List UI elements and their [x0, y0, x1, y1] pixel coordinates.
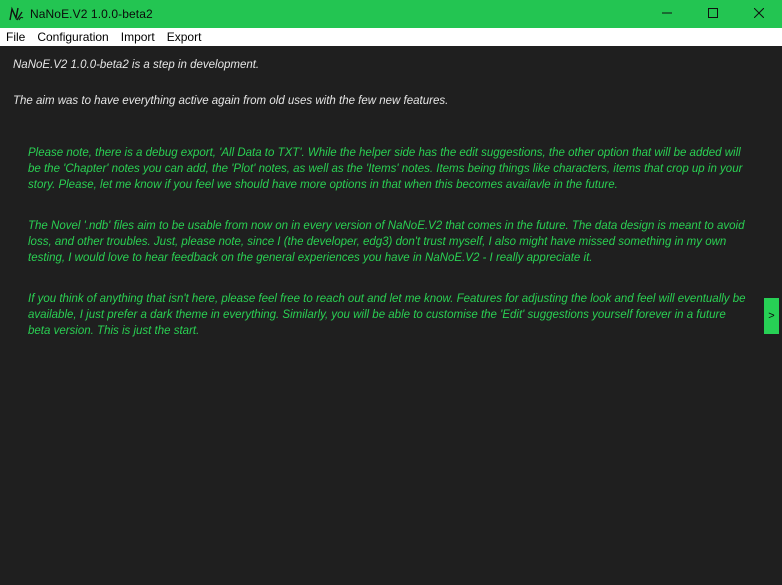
maximize-button[interactable] — [690, 0, 736, 28]
window-controls — [644, 0, 782, 28]
intro-line-2: The aim was to have everything active ag… — [13, 95, 449, 107]
close-button[interactable] — [736, 0, 782, 28]
menu-configuration[interactable]: Configuration — [31, 28, 114, 46]
app-window: NaNoE.V2 1.0.0-beta2 File Configuration … — [0, 0, 782, 585]
main-content: NaNoE.V2 1.0.0-beta2 is a step in develo… — [0, 46, 782, 585]
menu-file[interactable]: File — [0, 28, 31, 46]
close-icon — [753, 5, 765, 23]
side-panel-toggle-button[interactable]: > — [764, 298, 779, 334]
nanoe-logo-icon — [8, 6, 24, 22]
minimize-icon — [662, 5, 672, 23]
window-title: NaNoE.V2 1.0.0-beta2 — [30, 7, 153, 21]
minimize-button[interactable] — [644, 0, 690, 28]
title-bar[interactable]: NaNoE.V2 1.0.0-beta2 — [0, 0, 782, 28]
note-ndb-files: The Novel '.ndb' files aim to be usable … — [28, 220, 745, 264]
intro-line-1: NaNoE.V2 1.0.0-beta2 is a step in develo… — [13, 59, 260, 71]
maximize-icon — [708, 5, 718, 23]
menu-import[interactable]: Import — [115, 28, 161, 46]
menu-export[interactable]: Export — [161, 28, 208, 46]
menu-bar: File Configuration Import Export — [0, 28, 782, 46]
note-feedback: If you think of anything that isn't here… — [28, 293, 746, 337]
note-debug-export: Please note, there is a debug export, 'A… — [28, 147, 743, 191]
side-panel-toggle-label: > — [768, 310, 775, 322]
